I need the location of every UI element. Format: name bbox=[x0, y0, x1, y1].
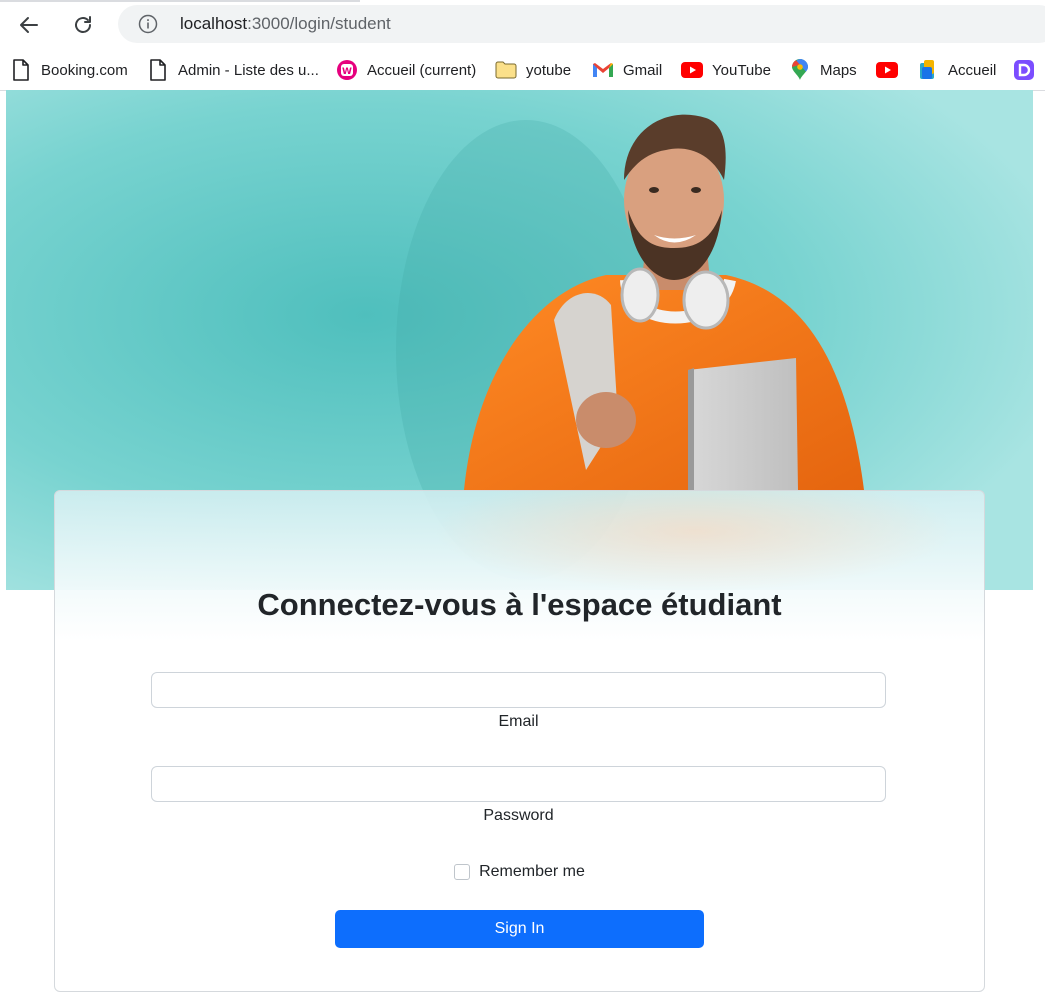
bookmark-admin[interactable]: Admin - Liste des u... bbox=[147, 56, 319, 84]
bookmark-label: YouTube bbox=[712, 61, 771, 79]
sign-in-button[interactable]: Sign In bbox=[335, 910, 704, 948]
app-d-icon bbox=[1013, 59, 1035, 81]
bookmark-accueil-current[interactable]: W Accueil (current) bbox=[336, 56, 476, 84]
page-icon bbox=[10, 59, 32, 81]
gmail-icon bbox=[592, 59, 614, 81]
browser-toolbar: localhost:3000/login/student bbox=[0, 0, 1045, 50]
url-host: localhost bbox=[180, 14, 248, 33]
reload-icon bbox=[75, 16, 91, 33]
bookmark-accueil[interactable]: Accueil bbox=[917, 56, 996, 84]
remember-me-checkbox[interactable] bbox=[454, 864, 471, 880]
bookmark-label: Accueil (current) bbox=[367, 61, 477, 79]
wamp-icon: W bbox=[336, 59, 358, 81]
youtube-icon bbox=[876, 59, 898, 81]
password-label: Password bbox=[483, 807, 554, 824]
address-bar[interactable]: localhost:3000/login/student bbox=[118, 5, 1045, 43]
tab-strip-edge bbox=[0, 0, 360, 2]
bookmark-label: Gmail bbox=[623, 61, 663, 79]
remember-me-row: Remember me bbox=[55, 863, 984, 881]
youtube-icon bbox=[681, 59, 703, 81]
url-path: :3000/login/student bbox=[247, 14, 391, 33]
login-title: Connectez-vous à l'espace étudiant bbox=[257, 587, 782, 622]
bookmark-overflow-app[interactable] bbox=[1013, 56, 1044, 84]
bookmark-maps[interactable]: Maps bbox=[789, 56, 857, 84]
maps-icon bbox=[789, 59, 811, 81]
reload-button[interactable] bbox=[63, 7, 103, 43]
bookmark-label: yotube bbox=[526, 61, 572, 79]
back-button[interactable] bbox=[9, 7, 49, 43]
bookmark-youtube[interactable]: YouTube bbox=[681, 56, 771, 84]
bookmark-label: Booking.com bbox=[41, 61, 128, 79]
bookmark-youtube-2[interactable] bbox=[876, 56, 907, 84]
email-input[interactable] bbox=[151, 672, 886, 708]
bookmark-label: Accueil bbox=[948, 61, 997, 79]
bookmark-booking[interactable]: Booking.com bbox=[10, 56, 128, 84]
login-card: Connectez-vous à l'espace étudiant Email… bbox=[54, 490, 985, 992]
svg-text:W: W bbox=[342, 67, 352, 77]
bookmark-label: Maps bbox=[820, 61, 857, 79]
email-label: Email bbox=[498, 713, 539, 730]
folder-icon bbox=[495, 59, 517, 81]
page-icon bbox=[147, 59, 169, 81]
app-icon bbox=[917, 59, 939, 81]
site-info-icon[interactable] bbox=[138, 14, 158, 34]
remember-me-label[interactable]: Remember me bbox=[479, 863, 585, 881]
bookmark-label: Admin - Liste des u... bbox=[178, 61, 319, 79]
bookmark-folder-yotube[interactable]: yotube bbox=[495, 56, 571, 84]
arrow-left-icon bbox=[20, 17, 38, 33]
address-url[interactable]: localhost:3000/login/student bbox=[180, 14, 391, 34]
bookmark-gmail[interactable]: Gmail bbox=[592, 56, 662, 84]
bookmarks-bar: Booking.com Admin - Liste des u... W Acc… bbox=[0, 50, 1045, 91]
password-input[interactable] bbox=[151, 766, 886, 802]
